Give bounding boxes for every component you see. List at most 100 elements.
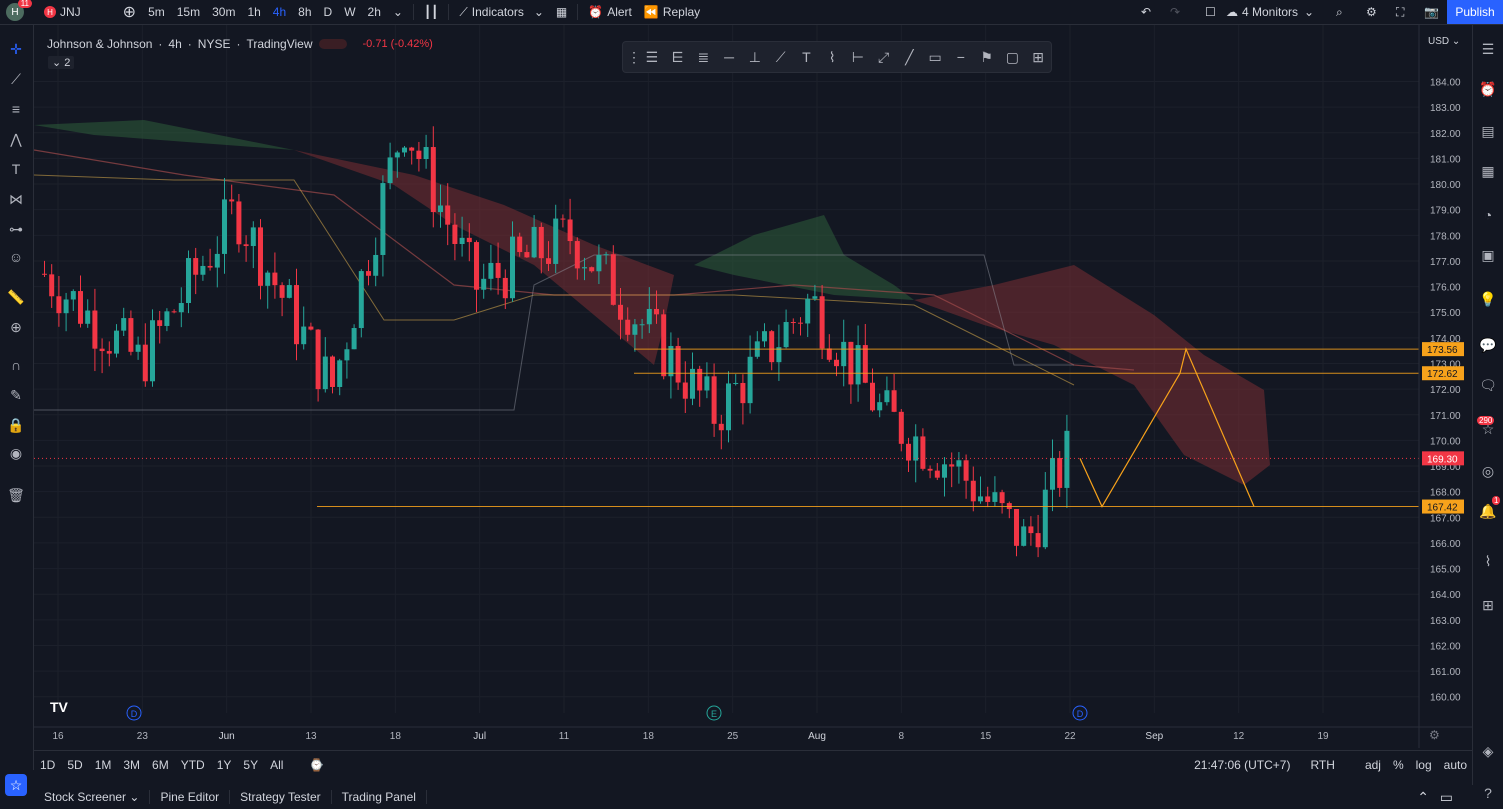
chevron-down-icon[interactable]: ⌄ [387,0,409,24]
range-5d[interactable]: 5D [61,758,88,772]
range-1y[interactable]: 1Y [211,758,238,772]
crosshair-icon[interactable]: ✛ [6,39,26,59]
trend-line-icon[interactable]: ⟋ [6,69,26,89]
zoom-in-icon[interactable]: ⊕ [6,317,26,337]
eye-icon[interactable]: ◉ [6,443,26,463]
pitchfork-icon[interactable]: ⋿ [665,42,691,72]
rectangle-icon[interactable]: ▢ [1000,42,1026,72]
callout-icon[interactable]: ▭ [922,42,948,72]
publish-button[interactable]: Publish [1447,0,1503,24]
fib-retracement-icon[interactable]: ≣ [691,42,717,72]
help-icon[interactable]: ? [1478,783,1498,803]
indicators-toggle[interactable]: ⌄ 2 [48,56,75,69]
go-to-date-icon[interactable]: ⌚ [303,758,330,772]
range-5y[interactable]: 5Y [237,758,264,772]
parallel-channel-icon[interactable]: ☰ [639,42,665,72]
tab-stock-screener[interactable]: Stock Screener ⌄ [34,790,151,804]
trash-icon[interactable]: 🗑 [6,485,26,505]
interval-5m[interactable]: 5m [142,0,171,24]
interval-30m[interactable]: 30m [206,0,241,24]
log-toggle[interactable]: log [1410,758,1438,772]
streams-icon[interactable]: ◎ [1478,461,1498,481]
pencil-lock-icon[interactable]: ✎ [6,385,26,405]
tradingview-logo-icon[interactable]: TV [50,699,68,715]
star-icon[interactable]: ☆ [5,774,27,796]
fullscreen-box-icon[interactable]: ☐ [1199,0,1222,24]
range-1d[interactable]: 1D [34,758,61,772]
ideas-stream-icon[interactable]: 🗨 [1478,375,1498,395]
interval-w[interactable]: W [338,0,361,24]
fullscreen-icon[interactable]: ⛶ [1390,0,1410,24]
lock-icon[interactable]: 🔒 [6,415,26,435]
drag-handle-icon[interactable]: ⋮ [627,42,641,72]
chart-pane[interactable]: USD ⌄ 184.00 183.00 182.00 181.00 180.00 179.0… [34,25,1473,748]
lightbulb-icon[interactable]: 💡 [1478,289,1498,309]
vertical-line-icon[interactable]: ⊥ [742,42,768,72]
auto-toggle[interactable]: auto [1438,758,1473,772]
user-avatar[interactable]: H 11 [6,0,32,21]
calendar-icon[interactable]: ▦ [1478,161,1498,181]
xabcd-pattern-icon[interactable]: ⋈ [6,189,26,209]
watchlist-icon[interactable]: ☰ [1478,39,1498,59]
tab-trading-panel[interactable]: Trading Panel [332,790,427,804]
percent-toggle[interactable]: % [1387,758,1410,772]
price-chart[interactable]: USD ⌄ 184.00 183.00 182.00 181.00 180.00 179.0… [34,25,1473,748]
magnet-icon[interactable]: ∩ [6,355,26,375]
redo-icon[interactable]: ↷ [1164,0,1186,24]
grid-tool-icon[interactable]: ⊞ [1025,42,1051,72]
gear-icon[interactable]: ⚙ [1360,0,1383,24]
pine-icon[interactable]: ⌇ [1478,551,1498,571]
dom-icon[interactable]: ⊞ [1478,595,1498,615]
interval-d[interactable]: D [318,0,339,24]
search-icon[interactable]: ⌕ [1330,0,1349,24]
camera-icon[interactable]: 📷 [1418,0,1445,24]
indicators-button[interactable]: ⟋ Indicators ⌄ [453,0,550,24]
tab-pine-editor[interactable]: Pine Editor [150,790,231,804]
chat-icon[interactable]: 💬 [1478,335,1498,355]
interval-15m[interactable]: 15m [171,0,206,24]
layout-grid-icon[interactable]: ▦ [550,0,573,24]
horizontal-ray-icon[interactable]: ─ [716,42,742,72]
alert-button[interactable]: ⏰ Alert [582,0,638,24]
range-ytd[interactable]: YTD [175,758,211,772]
hotlist-icon[interactable]: ◔ [1478,205,1498,225]
market-status-pill[interactable] [318,39,347,49]
layers-icon[interactable]: ◈ [1478,741,1498,761]
minus-icon[interactable]: − [948,42,974,72]
line-icon[interactable]: ╱ [897,42,923,72]
interval-8h[interactable]: 8h [292,0,317,24]
path-icon[interactable]: ⌇ [819,42,845,72]
compare-add-icon[interactable]: ⊕ [117,0,142,24]
ruler-icon[interactable]: 📏 [6,287,26,307]
interval-1h[interactable]: 1h [241,0,266,24]
data-window-icon[interactable]: ▣ [1478,245,1498,265]
replay-button[interactable]: ⏪ Replay [638,0,706,24]
news-icon[interactable]: ▤ [1478,121,1498,141]
candles-type-icon[interactable]: ┃┃ [418,0,444,24]
text-tool-icon[interactable]: T [794,42,820,72]
symbol-search-button[interactable]: H JNJ [38,0,87,24]
alarm-clock-icon[interactable]: ⏰ [1478,79,1498,99]
interval-2h[interactable]: 2h [362,0,387,24]
session-toggle[interactable]: RTH [1304,758,1340,772]
adj-toggle[interactable]: adj [1359,758,1387,772]
range-all[interactable]: All [264,758,289,772]
undo-icon[interactable]: ↶ [1135,0,1157,24]
brush-icon[interactable]: ⟋ [768,42,794,72]
range-1m[interactable]: 1M [89,758,118,772]
flag-icon[interactable]: ⚑ [974,42,1000,72]
pattern-icon[interactable]: ⋀ [6,129,26,149]
text-icon[interactable]: T [6,159,26,179]
date-range-icon[interactable]: ⊢ [845,42,871,72]
horizontal-lines-icon[interactable]: ≡ [6,99,26,119]
tab-strategy-tester[interactable]: Strategy Tester [230,790,332,804]
emoji-icon[interactable]: ☺ [6,247,26,267]
layout-menu-button[interactable]: ☁ 4 Monitors ⌄ [1220,0,1320,24]
range-3m[interactable]: 3M [117,758,146,772]
interval-4h[interactable]: 4h [267,0,292,24]
arrow-icon[interactable]: ⤢ [871,42,897,72]
maximize-panel-icon[interactable]: ▭ [1440,789,1453,806]
clock-time[interactable]: 21:47:06 (UTC+7) [1188,758,1296,772]
range-6m[interactable]: 6M [146,758,175,772]
chevron-up-icon[interactable]: ⌃ [1417,789,1429,806]
